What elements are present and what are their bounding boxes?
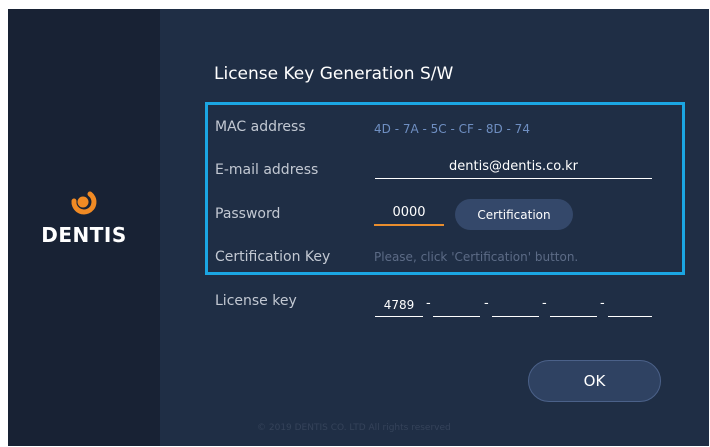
copyright-footer: © 2019 DENTIS CO. LTD All rights reserve… (257, 423, 451, 433)
license-separator: - (600, 296, 605, 311)
ok-button[interactable]: OK (528, 360, 661, 402)
certification-button[interactable]: Certification (455, 199, 573, 230)
mac-label: MAC address (215, 119, 306, 135)
dentis-logo-icon (71, 191, 97, 215)
license-key-label: License key (215, 293, 297, 309)
logo-text: DENTIS (41, 223, 127, 247)
mac-value: 4D - 7A - 5C - CF - 8D - 74 (374, 122, 530, 136)
page-title: License Key Generation S/W (214, 64, 454, 84)
dentis-logo: DENTIS (8, 187, 160, 247)
license-separator: - (542, 296, 547, 311)
sidebar: DENTIS (8, 9, 160, 446)
certification-key-label: Certification Key (215, 249, 331, 265)
app-window: DENTIS License Key Generation S/W MAC ad… (8, 9, 709, 446)
license-separator: - (426, 296, 431, 311)
license-key-part-1[interactable]: 4789 (375, 298, 423, 317)
license-key-part-5[interactable] (608, 298, 652, 317)
password-label: Password (215, 206, 281, 222)
license-key-part-4[interactable] (550, 298, 597, 317)
email-field[interactable]: dentis@dentis.co.kr (375, 159, 652, 179)
main-panel: License Key Generation S/W MAC address 4… (160, 9, 709, 446)
license-key-part-3[interactable] (492, 298, 539, 317)
license-key-part-2[interactable] (433, 298, 480, 317)
email-label: E-mail address (215, 162, 319, 178)
certification-key-hint: Please, click 'Certification' button. (374, 250, 579, 264)
license-separator: - (484, 296, 489, 311)
password-field[interactable]: 0000 (374, 205, 444, 226)
